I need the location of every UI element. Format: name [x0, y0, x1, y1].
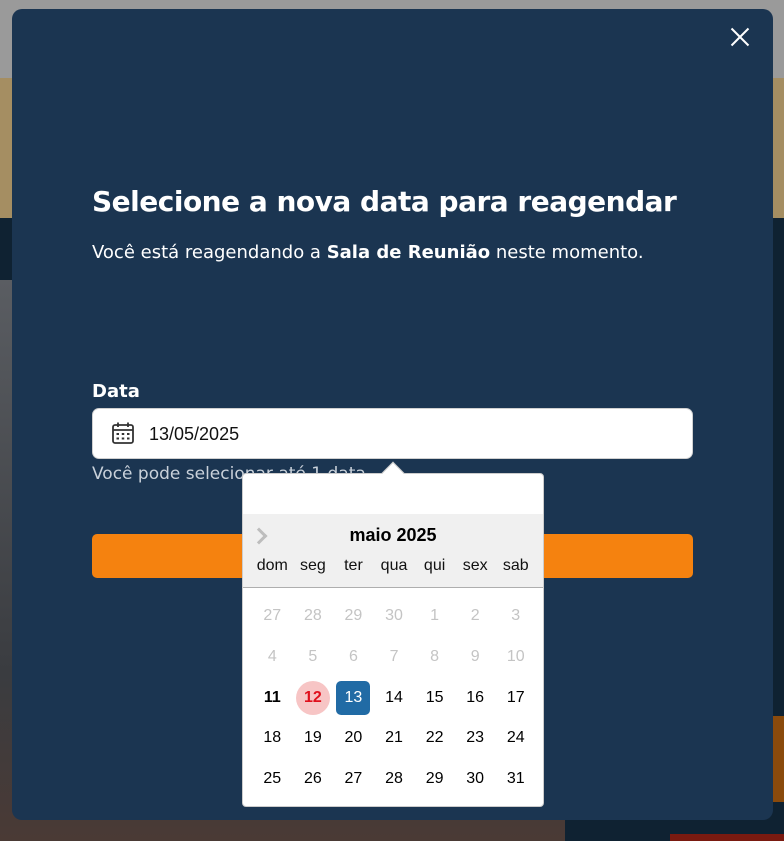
background-orange-strip — [773, 716, 784, 802]
calendar-day[interactable]: 14 — [374, 681, 415, 715]
day-number: 24 — [506, 729, 525, 747]
date-label: Data — [92, 381, 140, 402]
calendar-week: 11 12 13 14 15 16 17 — [252, 680, 536, 722]
weekday-label: seg — [299, 557, 326, 574]
weekday-label: ter — [344, 557, 363, 574]
day-number: 30 — [385, 607, 403, 624]
calendar-day[interactable]: 4 — [252, 640, 293, 674]
calendar-icon — [112, 422, 134, 444]
date-input-value: 13/05/2025 — [149, 424, 240, 444]
calendar-day[interactable]: 18 — [252, 721, 293, 755]
day-number: 25 — [263, 770, 282, 788]
day-number: 19 — [303, 729, 322, 747]
calendar-week: 25 26 27 28 29 30 31 — [252, 762, 536, 803]
calendar-day[interactable]: 28 — [293, 599, 334, 633]
day-number: 9 — [470, 647, 480, 665]
calendar-day[interactable]: 7 — [374, 640, 415, 674]
day-number: 13 — [336, 680, 371, 715]
day-number: 7 — [389, 647, 399, 665]
calendar-day[interactable]: 28 — [374, 762, 415, 796]
day-number: 2 — [470, 607, 480, 624]
calendar-day[interactable]: 21 — [374, 721, 415, 755]
modal-subtitle: Você está reagendando a Sala de Reunião … — [92, 242, 644, 263]
calendar-day[interactable]: 3 — [495, 599, 536, 633]
calendar-day[interactable]: 29 — [414, 762, 455, 796]
day-number: 27 — [263, 607, 282, 624]
calendar-day[interactable]: 19 — [293, 721, 334, 755]
day-number: 3 — [511, 607, 521, 624]
calendar-day[interactable]: 30 — [374, 599, 415, 633]
day-number: 20 — [344, 729, 363, 747]
calendar-day[interactable]: 23 — [455, 721, 496, 755]
day-number: 11 — [263, 688, 281, 706]
day-number: 15 — [425, 688, 444, 706]
day-number: 28 — [303, 607, 322, 624]
calendar-day[interactable]: 31 — [495, 762, 536, 796]
day-number: 29 — [344, 607, 363, 624]
calendar-grid: 27 28 29 30 1 2 3 4 5 6 7 8 9 10 11 12 1… — [252, 599, 536, 803]
day-number: 26 — [303, 770, 322, 788]
day-number: 5 — [308, 647, 318, 665]
calendar-day[interactable]: 24 — [495, 721, 536, 755]
calendar-day[interactable]: 11 — [252, 681, 293, 715]
day-number: 23 — [466, 729, 485, 747]
day-number: 22 — [425, 729, 444, 747]
calendar-day[interactable]: 1 — [414, 599, 455, 633]
calendar-week: 18 19 20 21 22 23 24 — [252, 721, 536, 762]
calendar-day-selected[interactable]: 13 — [333, 680, 374, 715]
day-number: 18 — [263, 729, 282, 747]
datepicker-header: maio 2025 dom seg ter qua qui sex sab — [243, 514, 543, 588]
calendar-day[interactable]: 8 — [414, 640, 455, 674]
day-number: 14 — [385, 688, 403, 706]
close-icon[interactable] — [729, 26, 751, 48]
day-number: 17 — [506, 688, 525, 706]
date-field[interactable]: 13/05/2025 — [92, 408, 693, 459]
calendar-day[interactable]: 6 — [333, 640, 374, 674]
room-name: Sala de Reunião — [326, 242, 491, 263]
day-number: 6 — [348, 647, 358, 665]
weekday-row: dom seg ter qua qui sex sab — [252, 557, 536, 575]
calendar-day[interactable]: 9 — [455, 640, 496, 674]
day-number: 16 — [466, 688, 485, 706]
day-number: 1 — [430, 607, 440, 624]
calendar-day[interactable]: 22 — [414, 721, 455, 755]
day-number: 28 — [385, 770, 403, 788]
day-number: 27 — [344, 770, 363, 788]
weekday-label: qui — [423, 557, 446, 574]
calendar-day[interactable]: 26 — [293, 762, 334, 796]
calendar-day-today[interactable]: 12 — [293, 680, 334, 715]
calendar-day[interactable]: 2 — [455, 599, 496, 633]
day-number: 12 — [295, 680, 330, 715]
calendar-week: 4 5 6 7 8 9 10 — [252, 640, 536, 681]
calendar-day[interactable]: 29 — [333, 599, 374, 633]
datepicker-popup: maio 2025 dom seg ter qua qui sex sab 27… — [242, 461, 544, 807]
calendar-day[interactable]: 5 — [293, 640, 334, 674]
calendar-day[interactable]: 25 — [252, 762, 293, 796]
day-number: 21 — [385, 729, 403, 747]
subtitle-prefix: Você está reagendando a — [92, 242, 327, 263]
calendar-day[interactable]: 27 — [252, 599, 293, 633]
weekday-label: dom — [256, 557, 288, 574]
day-number: 31 — [506, 770, 525, 788]
month-title: maio 2025 — [349, 525, 437, 545]
day-number: 10 — [506, 647, 525, 665]
weekday-label: qua — [380, 557, 408, 574]
subtitle-suffix: neste momento. — [490, 242, 644, 263]
modal-title: Selecione a nova data para reagendar — [92, 185, 677, 218]
calendar-day[interactable]: 16 — [455, 681, 496, 715]
weekday-label: sab — [502, 557, 529, 574]
day-number: 8 — [430, 647, 440, 665]
calendar-day[interactable]: 27 — [333, 762, 374, 796]
day-number: 29 — [425, 770, 444, 788]
calendar-day[interactable]: 30 — [455, 762, 496, 796]
day-number: 4 — [267, 647, 277, 665]
calendar-day[interactable]: 15 — [414, 681, 455, 715]
calendar-day[interactable]: 10 — [495, 640, 536, 674]
calendar-day[interactable]: 17 — [495, 681, 536, 715]
background-red-strip — [670, 834, 784, 841]
calendar-day[interactable]: 20 — [333, 721, 374, 755]
day-number: 30 — [466, 770, 485, 788]
calendar-week: 27 28 29 30 1 2 3 — [252, 599, 536, 640]
weekday-label: sex — [462, 557, 488, 574]
